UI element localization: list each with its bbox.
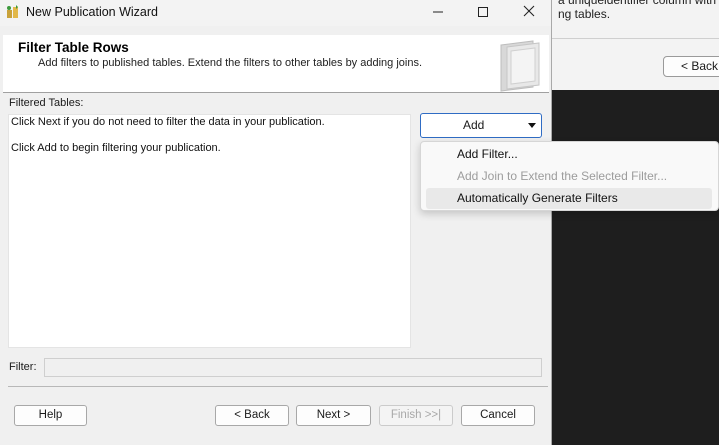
background-window-text: a uniqueidentifier column with a d ng ta… xyxy=(558,0,717,21)
page-title: Filter Table Rows xyxy=(18,40,129,55)
next-button[interactable]: Next > xyxy=(296,405,371,426)
background-back-button[interactable]: < Back xyxy=(663,56,719,77)
menu-item-auto-generate-filters[interactable]: Automatically Generate Filters xyxy=(426,188,712,209)
page-subtitle: Add filters to published tables. Extend … xyxy=(38,57,423,69)
wizard-window: New Publication Wizard Filter Table Rows… xyxy=(0,0,551,445)
wizard-header: Filter Table Rows Add filters to publish… xyxy=(3,35,549,93)
cancel-button[interactable]: Cancel xyxy=(461,405,535,426)
hint-add: Click Add to begin filtering your public… xyxy=(11,142,221,154)
menu-item-add-join[interactable]: Add Join to Extend the Selected Filter..… xyxy=(426,166,712,187)
maximize-icon[interactable] xyxy=(473,3,493,21)
help-button[interactable]: Help xyxy=(14,405,87,426)
filtered-tables-pane[interactable]: Click Next if you do not need to filter … xyxy=(8,114,411,348)
wizard-app-icon xyxy=(7,5,18,18)
add-button-label: Add xyxy=(463,118,485,132)
title-bar: New Publication Wizard xyxy=(0,0,551,26)
filter-label: Filter: xyxy=(9,361,37,373)
menu-item-add-filter[interactable]: Add Filter... xyxy=(426,144,712,165)
publication-graphic-icon xyxy=(500,40,540,92)
window-title: New Publication Wizard xyxy=(26,5,158,19)
back-button[interactable]: < Back xyxy=(215,405,289,426)
filter-field[interactable] xyxy=(44,358,542,377)
minimize-icon[interactable] xyxy=(428,3,448,21)
chevron-down-icon xyxy=(528,123,536,128)
close-icon[interactable] xyxy=(519,3,539,21)
bottom-divider xyxy=(8,386,548,387)
background-window: a uniqueidentifier column with a d ng ta… xyxy=(548,0,719,90)
background-divider xyxy=(548,38,719,39)
hint-next: Click Next if you do not need to filter … xyxy=(11,116,325,128)
finish-button[interactable]: Finish >>| xyxy=(379,405,453,426)
add-dropdown-menu: Add Filter... Add Join to Extend the Sel… xyxy=(420,141,719,211)
add-dropdown-button[interactable]: Add xyxy=(420,113,542,138)
filtered-tables-label: Filtered Tables: xyxy=(9,97,84,109)
